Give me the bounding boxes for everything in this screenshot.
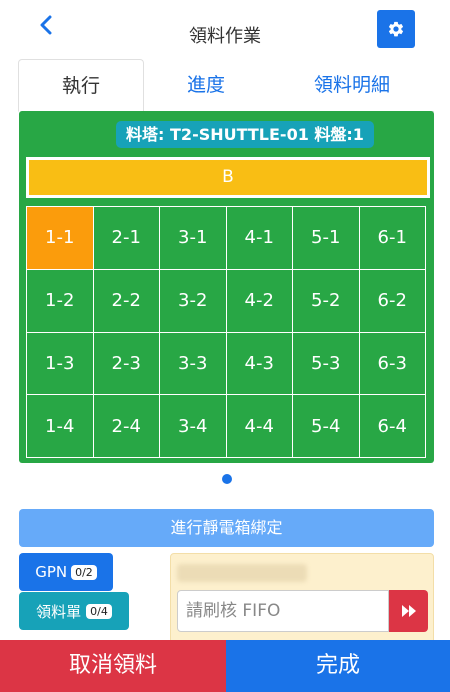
scan-panel: [170, 553, 434, 653]
fifo-scan-input[interactable]: [177, 590, 389, 632]
slot-cell[interactable]: 3-3: [160, 332, 227, 396]
slot-cell[interactable]: 6-4: [359, 395, 426, 458]
gpn-button[interactable]: GPN 0/2: [19, 553, 113, 591]
material-order-label: 領料單: [36, 602, 82, 621]
slot-cell[interactable]: 4-4: [226, 395, 293, 458]
cancel-picking-button[interactable]: 取消領料: [0, 640, 226, 692]
slot-cell[interactable]: 4-3: [226, 332, 293, 396]
material-order-button[interactable]: 領料單 0/4: [19, 592, 129, 630]
slot-cell[interactable]: 6-3: [359, 332, 426, 396]
settings-button[interactable]: [377, 10, 415, 48]
tab-material-details[interactable]: 領料明細: [270, 59, 434, 111]
complete-button[interactable]: 完成: [226, 640, 450, 692]
tray-panel: 料塔: T2-SHUTTLE-01 料盤:1 B 1-1 2-1 3-1 4-1 5-1…: [19, 111, 434, 463]
slot-cell[interactable]: 3-4: [160, 395, 227, 458]
gpn-label: GPN: [35, 563, 68, 581]
slot-cell[interactable]: 5-2: [293, 269, 360, 333]
material-order-count-badge: 0/4: [86, 603, 112, 619]
slot-cell[interactable]: 1-2: [27, 269, 94, 333]
tab-execute[interactable]: 執行: [18, 59, 144, 112]
header: 領料作業: [0, 0, 450, 60]
slot-cell[interactable]: 2-4: [93, 395, 160, 458]
tower-tray-label: 料塔: T2-SHUTTLE-01 料盤:1: [116, 121, 374, 148]
slot-cell[interactable]: 1-3: [27, 332, 94, 396]
static-box-bind-button[interactable]: 進行靜電箱綁定: [19, 509, 434, 547]
slot-cell[interactable]: 5-3: [293, 332, 360, 396]
slot-cell[interactable]: 6-2: [359, 269, 426, 333]
slot-cell[interactable]: 5-4: [293, 395, 360, 458]
gpn-count-badge: 0/2: [71, 564, 97, 580]
slot-cell[interactable]: 3-1: [160, 207, 227, 270]
slot-b-bar[interactable]: B: [26, 157, 430, 198]
double-chevron-right-icon: [401, 605, 416, 617]
tab-bar: 執行 進度 領料明細: [18, 59, 434, 112]
slot-cell[interactable]: 1-4: [27, 395, 94, 458]
slot-cell[interactable]: 4-2: [226, 269, 293, 333]
slot-cell[interactable]: 2-3: [93, 332, 160, 396]
scan-submit-button[interactable]: [389, 590, 428, 632]
slot-cell[interactable]: 2-1: [93, 207, 160, 270]
gear-icon: [388, 21, 404, 37]
slot-cell[interactable]: 1-1: [27, 207, 94, 270]
slot-cell[interactable]: 5-1: [293, 207, 360, 270]
blurred-info: [177, 564, 307, 582]
slot-cell[interactable]: 2-2: [93, 269, 160, 333]
slot-grid: 1-1 2-1 3-1 4-1 5-1 6-1 1-2 2-2 3-2 4-2 5-2 6-2 1-3 2…: [26, 206, 426, 458]
slot-cell[interactable]: 3-2: [160, 269, 227, 333]
pager-dot[interactable]: [222, 474, 232, 484]
tab-progress[interactable]: 進度: [142, 59, 270, 111]
slot-cell[interactable]: 6-1: [359, 207, 426, 270]
slot-cell[interactable]: 4-1: [226, 207, 293, 270]
